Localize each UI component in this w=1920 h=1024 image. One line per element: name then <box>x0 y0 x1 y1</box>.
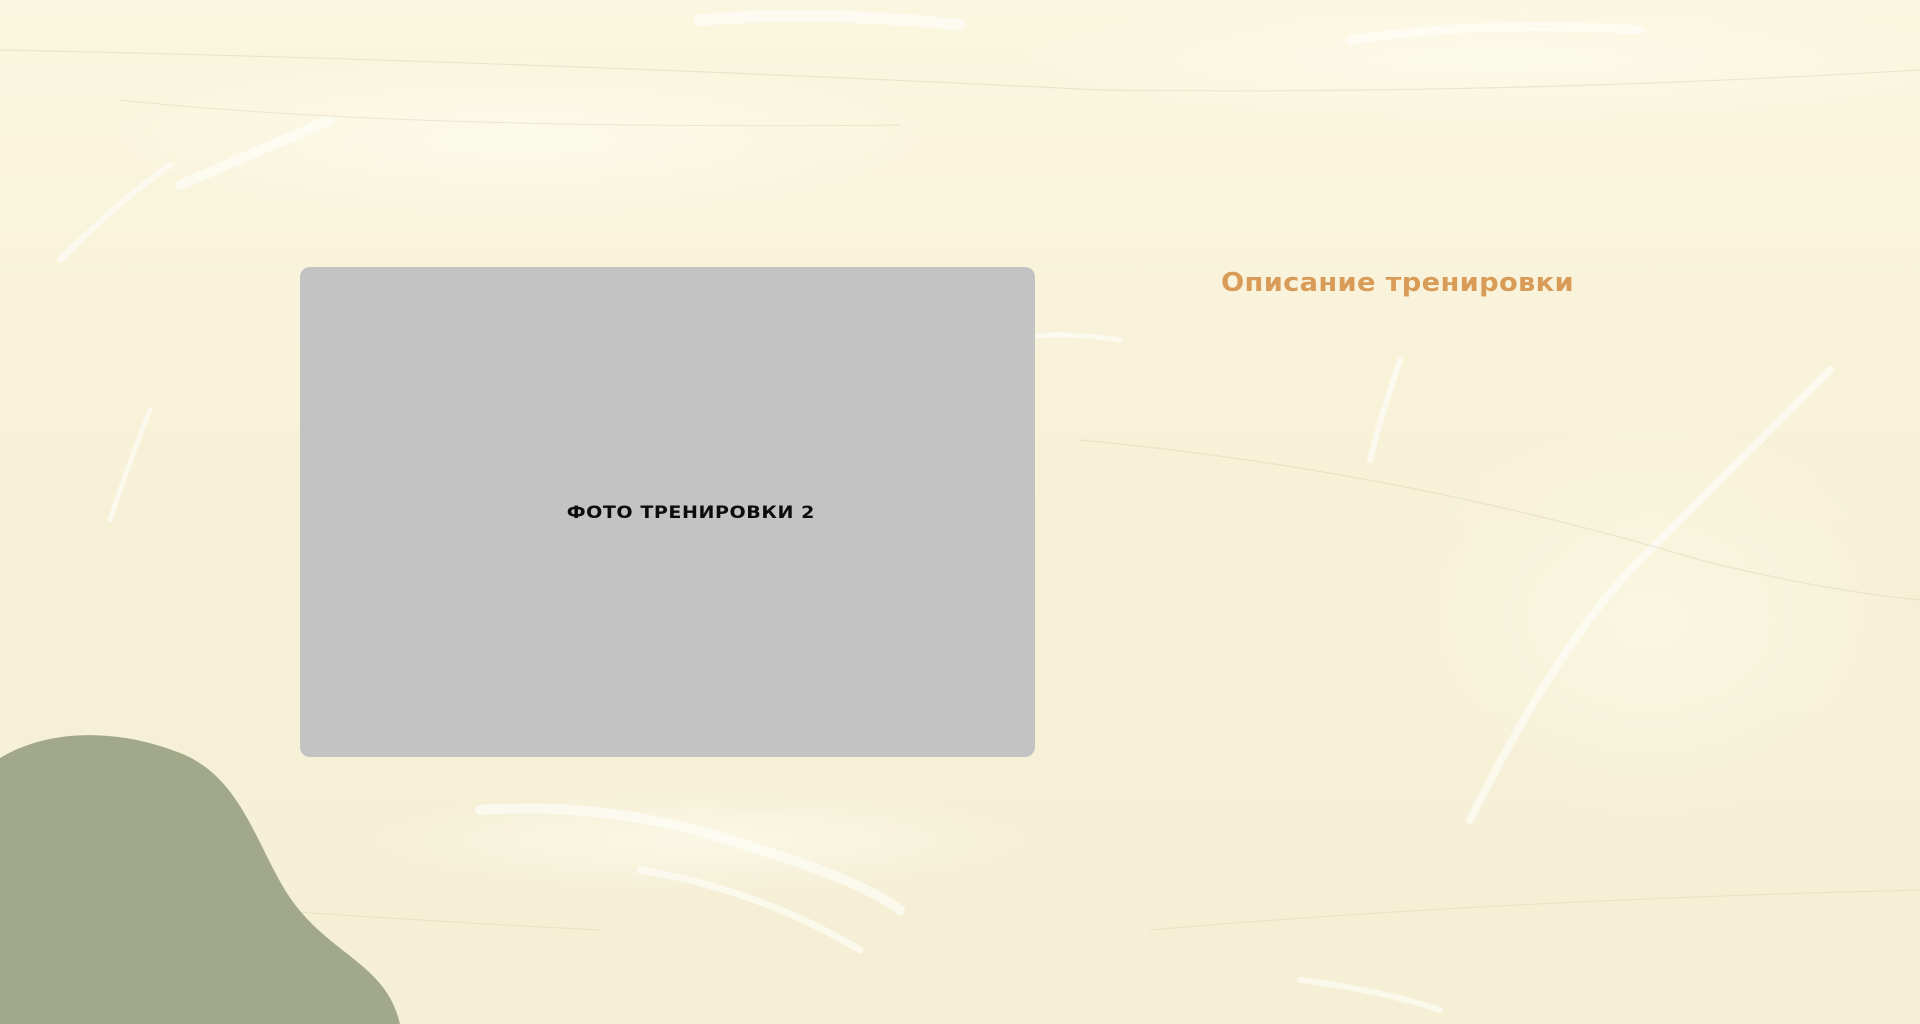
slide-canvas: ФОТО ТРЕНИРОВКИ 2 Описание тренировки <box>0 0 1920 1024</box>
decorative-green-blob <box>0 735 400 1024</box>
workout-photo-placeholder: ФОТО ТРЕНИРОВКИ 2 <box>300 267 1035 757</box>
photo-placeholder-label: ФОТО ТРЕНИРОВКИ 2 <box>566 503 815 523</box>
workout-description-title: Описание тренировки <box>1221 268 1574 298</box>
